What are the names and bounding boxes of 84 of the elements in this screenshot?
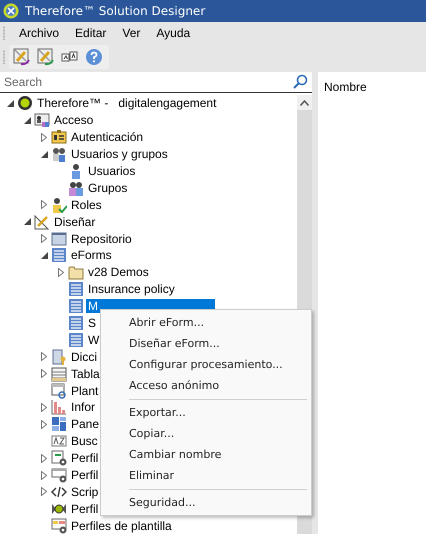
tree-item[interactable]: Perfiles de plantilla	[69, 518, 174, 533]
id-card-icon	[34, 112, 50, 128]
tree-item[interactable]: Therefore™ - digitalengagement	[35, 96, 218, 110]
form-icon	[68, 298, 84, 314]
tree-item[interactable]: Grupos	[86, 180, 130, 195]
status-circle-icon	[17, 95, 33, 112]
expander-icon[interactable]	[41, 420, 47, 429]
expander-icon[interactable]	[41, 454, 47, 463]
tree-item[interactable]: Infor	[69, 400, 98, 414]
tree-item[interactable]: Autenticación	[69, 130, 146, 144]
tree-item[interactable]: Plant	[69, 384, 100, 398]
expander-icon[interactable]	[41, 470, 47, 480]
expander-icon[interactable]	[41, 234, 47, 244]
help-icon[interactable]	[85, 48, 103, 66]
expander-icon[interactable]	[41, 200, 47, 210]
folder-icon	[68, 264, 84, 280]
people-icon	[68, 180, 84, 196]
expander-icon[interactable]	[41, 132, 47, 142]
form-icon	[68, 332, 84, 348]
tree-item[interactable]: Perfil	[69, 502, 100, 516]
search-field[interactable]: Search	[4, 75, 292, 89]
tree-item[interactable]: Roles	[69, 198, 104, 212]
ruler-pencil-icon	[34, 214, 50, 230]
window-title: Therefore™ Solution Designer	[25, 4, 206, 18]
context-menu-item[interactable]: Exportar...	[101, 402, 311, 423]
tree-item[interactable]: Usuarios	[86, 164, 138, 178]
expander-icon[interactable]	[41, 352, 47, 362]
context-menu-item[interactable]: Cambiar nombre	[101, 444, 311, 465]
tree-item[interactable]: S	[86, 316, 98, 330]
form-icon	[68, 281, 84, 298]
expander-icon[interactable]	[41, 369, 47, 378]
expander-icon[interactable]	[41, 402, 47, 412]
context-menu-item[interactable]: Eliminar	[101, 465, 311, 486]
tree-item[interactable]: Perfil	[69, 451, 100, 466]
tree-item[interactable]: v28 Demos	[86, 265, 151, 280]
people-icon	[51, 146, 67, 162]
id-card-icon	[51, 129, 67, 146]
form-icon	[51, 247, 67, 264]
document-search-icon	[51, 382, 67, 399]
column-header[interactable]: Nombre	[324, 80, 367, 94]
context-menu-item[interactable]: Diseñar eForm...	[101, 333, 311, 354]
tree-item[interactable]: Diseñar	[52, 214, 98, 229]
toolbar-icon[interactable]	[13, 48, 31, 66]
menu-item[interactable]: Ver	[114, 24, 148, 42]
dashboard-icon	[51, 416, 67, 432]
expander-icon[interactable]	[24, 116, 30, 124]
expander-icon[interactable]	[41, 487, 47, 496]
expander-icon[interactable]	[40, 150, 48, 158]
context-menu-item[interactable]: Copiar...	[101, 423, 311, 444]
tree-item[interactable]: Tabla	[69, 366, 102, 381]
tree-item[interactable]: Acceso	[52, 113, 96, 128]
tree-item[interactable]: Usuarios y grupos	[69, 147, 170, 162]
scroll-up-icon[interactable]	[300, 100, 309, 106]
expander-icon[interactable]	[58, 268, 64, 277]
tree-item[interactable]: Busc	[69, 434, 100, 448]
person-check-icon	[51, 196, 67, 213]
table-icon	[51, 366, 67, 382]
context-menu-item[interactable]: Configurar procesamiento...	[101, 354, 311, 375]
tree-item[interactable]: eForms	[69, 248, 114, 262]
tree-item[interactable]: Scrip	[69, 484, 100, 499]
tree-item[interactable]: Repositorio	[69, 232, 134, 246]
form-icon	[68, 315, 84, 332]
expander-icon[interactable]	[24, 218, 30, 226]
expander-icon[interactable]	[6, 100, 14, 107]
app-logo-icon	[3, 3, 19, 19]
context-menu-item[interactable]: Acceso anónimo	[101, 375, 311, 396]
search-icon[interactable]	[292, 74, 308, 90]
context-menu-item[interactable]: Seguridad...	[101, 492, 311, 513]
tree-item[interactable]: Dicci	[69, 350, 99, 364]
tree-item[interactable]: Insurance policy	[86, 282, 177, 296]
menu-item[interactable]: Archivo	[11, 24, 68, 42]
window-gear-icon	[51, 467, 67, 484]
door-key-icon	[51, 348, 67, 365]
menu-item[interactable]: Ayuda	[148, 24, 198, 42]
window-icon	[51, 230, 67, 247]
tree-item[interactable]: W	[86, 332, 102, 347]
expander-icon[interactable]	[40, 252, 48, 259]
menu-item[interactable]: Editar	[67, 24, 114, 42]
document-gear-icon	[51, 450, 67, 466]
tree-item[interactable]: Pane	[69, 417, 102, 432]
sort-icon	[51, 433, 67, 450]
bar-chart-icon	[51, 399, 67, 416]
tree-item[interactable]: Perfil	[69, 468, 100, 482]
context-menu-item[interactable]: Abrir eForm...	[101, 312, 311, 333]
